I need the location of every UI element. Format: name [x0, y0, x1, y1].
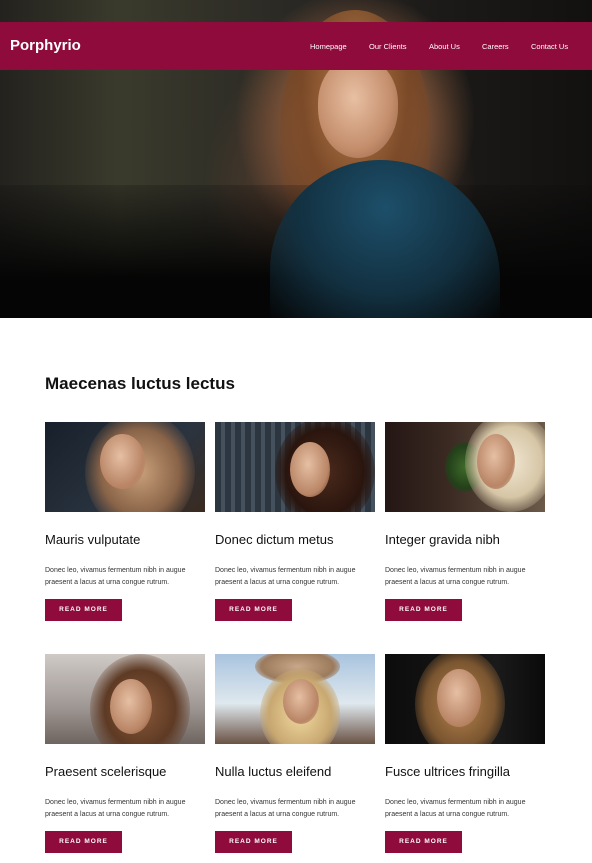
card-3-image[interactable]: [385, 422, 545, 512]
card-5-title: Nulla luctus eleifend: [215, 764, 332, 779]
card-5-image[interactable]: [215, 654, 375, 744]
card-3-title: Integer gravida nibh: [385, 532, 500, 547]
site-logo[interactable]: Porphyrio: [10, 37, 81, 54]
card-6-read-more-button[interactable]: READ MORE: [385, 831, 462, 853]
nav-about-us[interactable]: About Us: [429, 42, 460, 51]
card-6-text: Donec leo, vivamus fermentum nibh in aug…: [385, 799, 526, 818]
nav-our-clients[interactable]: Our Clients: [369, 42, 407, 51]
nav-homepage[interactable]: Homepage: [310, 42, 347, 51]
card-4: Praesent scelerisque Donec leo, vivamus …: [45, 654, 205, 853]
card-1: Mauris vulputate Donec leo, vivamus ferm…: [45, 422, 205, 621]
card-6-image[interactable]: [385, 654, 545, 744]
card-4-title: Praesent scelerisque: [45, 764, 167, 779]
card-1-title: Mauris vulputate: [45, 532, 141, 547]
card-5-text: Donec leo, vivamus fermentum nibh in aug…: [215, 799, 356, 818]
card-3-text: Donec leo, vivamus fermentum nibh in aug…: [385, 567, 526, 586]
card-2-read-more-button[interactable]: READ MORE: [215, 599, 292, 621]
nav-contact-us[interactable]: Contact Us: [531, 42, 568, 51]
section-title: Maecenas luctus lectus: [45, 374, 235, 393]
card-1-image[interactable]: [45, 422, 205, 512]
card-5: Nulla luctus eleifend Donec leo, vivamus…: [215, 654, 375, 853]
card-1-read-more-button[interactable]: READ MORE: [45, 599, 122, 621]
hero-face: [318, 58, 398, 158]
card-3: Integer gravida nibh Donec leo, vivamus …: [385, 422, 545, 621]
card-2-text: Donec leo, vivamus fermentum nibh in aug…: [215, 567, 356, 586]
card-6-title: Fusce ultrices fringilla: [385, 764, 510, 779]
card-6: Fusce ultrices fringilla Donec leo, viva…: [385, 654, 545, 853]
nav-careers[interactable]: Careers: [482, 42, 509, 51]
card-2: Donec dictum metus Donec leo, vivamus fe…: [215, 422, 375, 621]
card-2-title: Donec dictum metus: [215, 532, 334, 547]
card-4-image[interactable]: [45, 654, 205, 744]
card-4-text: Donec leo, vivamus fermentum nibh in aug…: [45, 799, 186, 818]
card-4-read-more-button[interactable]: READ MORE: [45, 831, 122, 853]
card-1-text: Donec leo, vivamus fermentum nibh in aug…: [45, 567, 186, 586]
top-navigation-bar: Porphyrio Homepage Our Clients About Us …: [0, 22, 592, 70]
card-2-image[interactable]: [215, 422, 375, 512]
card-3-read-more-button[interactable]: READ MORE: [385, 599, 462, 621]
card-5-read-more-button[interactable]: READ MORE: [215, 831, 292, 853]
